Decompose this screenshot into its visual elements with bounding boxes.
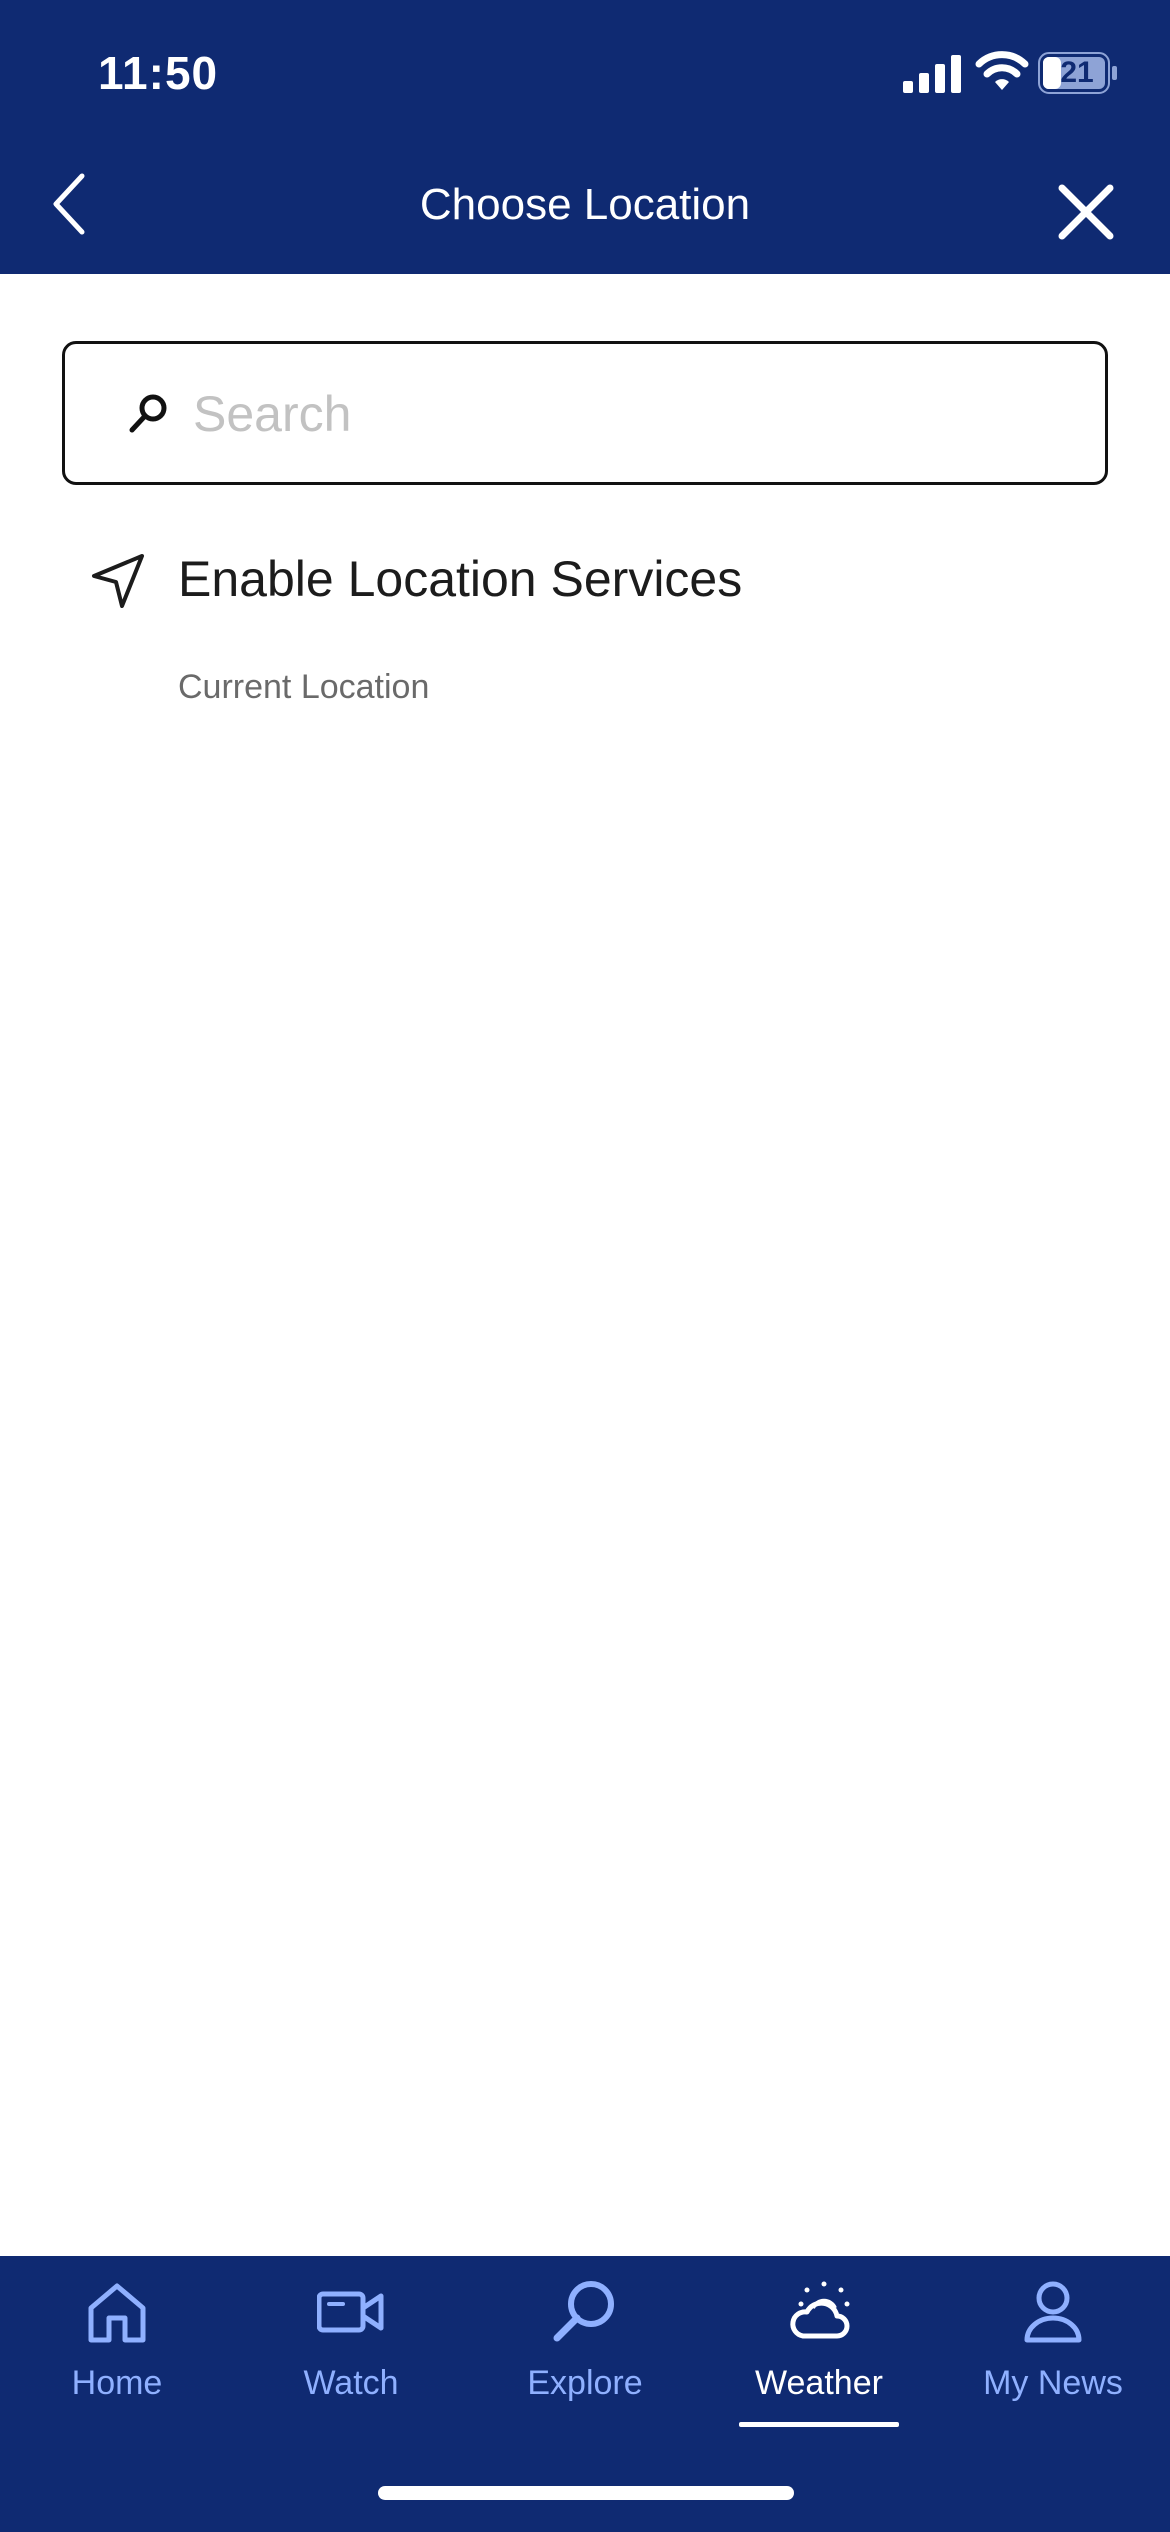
- tab-explore-label: Explore: [527, 2364, 643, 2402]
- tab-watch[interactable]: Watch: [234, 2256, 468, 2456]
- home-indicator[interactable]: [378, 2486, 794, 2500]
- tab-my-news[interactable]: My News: [936, 2256, 1170, 2456]
- close-icon: [1058, 184, 1114, 240]
- location-label: Enable Location Services: [178, 551, 743, 607]
- header: 11:50 21 Choose Location: [0, 0, 1170, 274]
- tab-home-label: Home: [71, 2364, 163, 2402]
- search-icon: [129, 394, 167, 433]
- active-tab-indicator: [739, 2422, 899, 2427]
- enable-location-services-button[interactable]: Enable Location Services: [62, 530, 1108, 640]
- status-bar: 11:50 21: [0, 0, 1170, 140]
- battery-level: 21: [1060, 56, 1094, 89]
- person-icon: [1024, 2281, 1082, 2343]
- tab-home[interactable]: Home: [0, 2256, 234, 2456]
- tab-explore[interactable]: Explore: [468, 2256, 702, 2456]
- video-camera-icon: [317, 2291, 384, 2333]
- current-location-label: Current Location: [178, 668, 430, 706]
- nav-bar: Choose Location: [0, 140, 1170, 274]
- location-arrow-icon: [92, 554, 144, 608]
- page-title: Choose Location: [419, 180, 751, 229]
- tab-weather-label: Weather: [755, 2364, 883, 2402]
- signal-icon: [903, 55, 961, 93]
- search-icon: [553, 2281, 614, 2342]
- wifi-icon: [975, 51, 1029, 90]
- tab-watch-label: Watch: [303, 2364, 399, 2402]
- tab-bar: Home Watch Explore Weather My News: [0, 2256, 1170, 2532]
- close-button[interactable]: [1050, 176, 1122, 248]
- search-input[interactable]: [193, 372, 1073, 456]
- weather-icon: [790, 2281, 850, 2339]
- search-box: [62, 341, 1108, 485]
- status-time: 11:50: [98, 47, 219, 99]
- tab-my-news-label: My News: [983, 2364, 1123, 2402]
- home-icon: [88, 2283, 146, 2343]
